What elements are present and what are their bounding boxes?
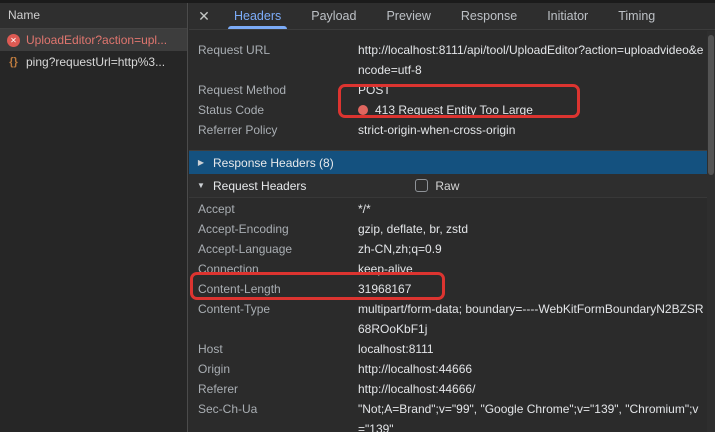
header-row-request-method: Request Method POST: [189, 80, 707, 100]
header-row-sec-ch-ua: Sec-Ch-Ua "Not;A=Brand";v="99", "Google …: [189, 399, 707, 432]
request-name: ping?requestUrl=http%3...: [26, 55, 165, 69]
header-row-content-length: Content-Length 31968167: [189, 279, 707, 299]
tab-timing[interactable]: Timing: [616, 3, 657, 29]
header-row-accept-language: Accept-Language zh-CN,zh;q=0.9: [189, 239, 707, 259]
header-name: Content-Length: [189, 279, 358, 299]
header-value: http://localhost:44666: [358, 359, 707, 379]
request-name: UploadEditor?action=upl...: [26, 33, 167, 47]
detail-tabbar: ✕ Headers Payload Preview Response Initi…: [189, 3, 715, 30]
request-headers-title: Request Headers: [213, 179, 306, 193]
chevron-right-icon: ▶: [196, 158, 206, 167]
header-name: Status Code: [189, 100, 358, 120]
header-row-origin: Origin http://localhost:44666: [189, 359, 707, 379]
response-headers-section[interactable]: ▶ Response Headers (8): [189, 151, 707, 174]
response-headers-title: Response Headers (8): [213, 156, 334, 170]
header-value: "Not;A=Brand";v="99", "Google Chrome";v=…: [358, 399, 707, 432]
tab-headers[interactable]: Headers: [232, 3, 283, 29]
status-code-text: 413 Request Entity Too Large: [375, 103, 533, 117]
header-row-referer: Referer http://localhost:44666/: [189, 379, 707, 399]
scrollbar-thumb[interactable]: [708, 35, 714, 175]
raw-toggle: Raw: [415, 179, 459, 193]
headers-content: Request URL http://localhost:8111/api/to…: [189, 31, 707, 432]
error-icon: ✕: [7, 34, 20, 47]
header-name: Request Method: [189, 80, 358, 100]
request-row-uploadeditor[interactable]: ✕ UploadEditor?action=upl...: [0, 29, 187, 51]
chevron-down-icon: ▼: [196, 181, 206, 190]
raw-label: Raw: [435, 179, 459, 193]
request-list-sidebar: Name ✕ UploadEditor?action=upl... {} pin…: [0, 3, 188, 432]
header-row-request-url: Request URL http://localhost:8111/api/to…: [189, 40, 707, 80]
header-name: Request URL: [189, 40, 358, 80]
name-column-header[interactable]: Name: [0, 3, 187, 29]
tab-response[interactable]: Response: [459, 3, 519, 29]
tab-preview[interactable]: Preview: [384, 3, 432, 29]
header-name: Host: [189, 339, 358, 359]
request-headers-list: Accept */* Accept-Encoding gzip, deflate…: [189, 198, 707, 432]
header-row-accept: Accept */*: [189, 199, 707, 219]
header-value: http://localhost:44666/: [358, 379, 707, 399]
header-row-host: Host localhost:8111: [189, 339, 707, 359]
header-value: keep-alive: [358, 259, 707, 279]
header-name: Accept: [189, 199, 358, 219]
header-value: zh-CN,zh;q=0.9: [358, 239, 707, 259]
braces-icon: {}: [7, 56, 20, 68]
header-value: multipart/form-data; boundary=----WebKit…: [358, 299, 707, 339]
close-icon[interactable]: ✕: [189, 3, 219, 29]
header-name: Origin: [189, 359, 358, 379]
header-row-accept-encoding: Accept-Encoding gzip, deflate, br, zstd: [189, 219, 707, 239]
header-value: 413 Request Entity Too Large: [358, 100, 707, 120]
header-row-content-type: Content-Type multipart/form-data; bounda…: [189, 299, 707, 339]
status-dot-icon: [358, 105, 368, 115]
tab-payload[interactable]: Payload: [309, 3, 358, 29]
header-name: Accept-Language: [189, 239, 358, 259]
header-value: gzip, deflate, br, zstd: [358, 219, 707, 239]
request-detail-pane: ✕ Headers Payload Preview Response Initi…: [189, 3, 715, 432]
header-row-connection: Connection keep-alive: [189, 259, 707, 279]
header-value: POST: [358, 80, 707, 100]
header-row-status-code: Status Code 413 Request Entity Too Large: [189, 100, 707, 120]
header-value: 31968167: [358, 279, 707, 299]
header-name: Referrer Policy: [189, 120, 358, 140]
devtools-network-panel: Name ✕ UploadEditor?action=upl... {} pin…: [0, 0, 715, 432]
header-row-referrer-policy: Referrer Policy strict-origin-when-cross…: [189, 120, 707, 140]
header-value: localhost:8111: [358, 339, 707, 359]
header-name: Connection: [189, 259, 358, 279]
header-value: strict-origin-when-cross-origin: [358, 120, 707, 140]
request-row-ping[interactable]: {} ping?requestUrl=http%3...: [0, 51, 187, 73]
vertical-scrollbar[interactable]: [707, 31, 715, 432]
header-name: Accept-Encoding: [189, 219, 358, 239]
raw-checkbox[interactable]: [415, 179, 428, 192]
tab-initiator[interactable]: Initiator: [545, 3, 590, 29]
header-value: http://localhost:8111/api/tool/UploadEdi…: [358, 40, 707, 80]
header-name: Content-Type: [189, 299, 358, 339]
request-headers-section[interactable]: ▼ Request Headers Raw: [189, 174, 707, 198]
header-name: Referer: [189, 379, 358, 399]
header-name: Sec-Ch-Ua: [189, 399, 358, 432]
header-value: */*: [358, 199, 707, 219]
